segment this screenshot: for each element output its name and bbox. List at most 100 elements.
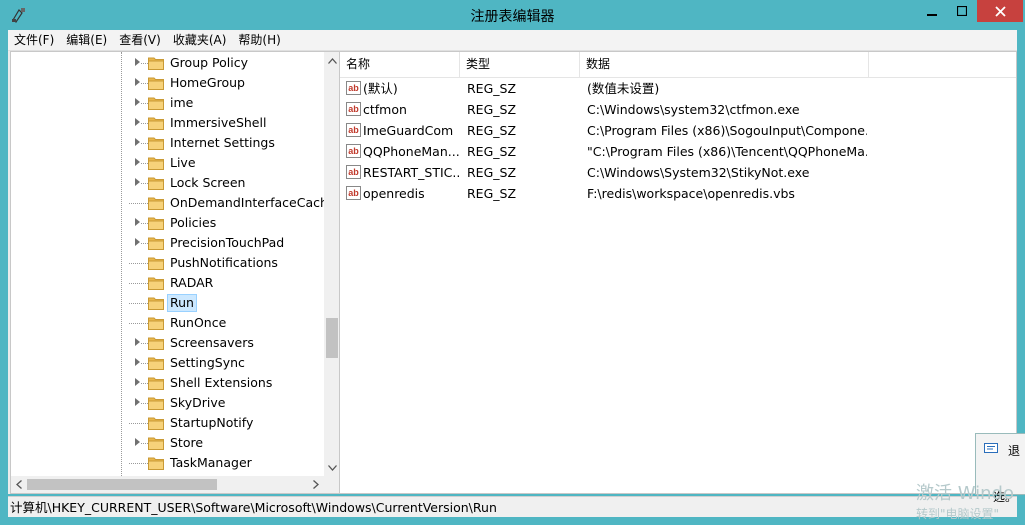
expand-arrow-icon[interactable] — [135, 98, 140, 106]
expand-arrow-icon[interactable] — [135, 118, 140, 126]
tree-item-label: ime — [170, 95, 194, 110]
values-list[interactable]: 名称 类型 数据 ab (默认) REG_SZ (数值未设置) ab ctfmon REG_… — [339, 51, 1017, 494]
minimize-icon — [927, 14, 937, 16]
folder-icon — [148, 317, 164, 330]
close-button[interactable] — [977, 0, 1023, 22]
tree-item[interactable]: ImmersiveShell — [11, 113, 323, 133]
title-bar[interactable]: 注册表编辑器 — [0, 0, 1025, 30]
svg-text:ab: ab — [348, 167, 359, 177]
tree-item-label: Shell Extensions — [170, 375, 273, 390]
tree-item[interactable]: SettingSync — [11, 353, 323, 373]
table-row[interactable]: ab ImeGuardCom REG_SZ C:\Program Files (x86… — [340, 120, 1016, 141]
close-icon — [994, 5, 1006, 17]
column-header-name[interactable]: 名称 — [340, 52, 460, 77]
folder-icon — [148, 97, 164, 110]
tree-item-label: RunOnce — [170, 315, 227, 330]
tree-item-label: Store — [170, 435, 204, 450]
registry-tree[interactable]: Group Policy HomeGroup ime ImmersiveShell In… — [10, 51, 340, 494]
minimize-button[interactable] — [917, 0, 947, 22]
folder-icon — [148, 277, 164, 290]
table-row[interactable]: ab (默认) REG_SZ (数值未设置) — [340, 78, 1016, 99]
window-title: 注册表编辑器 — [470, 9, 555, 25]
scroll-thumb[interactable] — [326, 318, 338, 358]
tree-branch-line — [141, 223, 148, 224]
expand-arrow-icon[interactable] — [135, 438, 140, 446]
tree-item[interactable]: StartupNotify — [11, 413, 323, 433]
value-name: RESTART_STIC... — [363, 165, 459, 180]
tree-item[interactable]: Screensavers — [11, 333, 323, 353]
value-data: C:\Program Files (x86)\SogouInput\Compon… — [587, 123, 867, 138]
scroll-left-arrow[interactable] — [11, 476, 27, 493]
tree-item[interactable]: TaskManager — [11, 453, 323, 473]
tree-item[interactable]: RADAR — [11, 273, 323, 293]
tree-item-label: Group Policy — [170, 55, 248, 70]
expand-arrow-icon[interactable] — [135, 338, 140, 346]
value-type: REG_SZ — [467, 123, 517, 138]
tree-item[interactable]: PrecisionTouchPad — [11, 233, 323, 253]
tree-item[interactable]: Group Policy — [11, 53, 323, 73]
expand-arrow-icon[interactable] — [135, 378, 140, 386]
scroll-right-arrow[interactable] — [308, 476, 324, 493]
activation-watermark-hint: 转到"电脑设置" — [916, 507, 1000, 521]
expand-arrow-icon[interactable] — [135, 178, 140, 186]
tree-branch-line — [129, 463, 148, 464]
expand-arrow-icon[interactable] — [135, 398, 140, 406]
tree-item[interactable]: Lock Screen — [11, 173, 323, 193]
tree-item[interactable]: Internet Settings — [11, 133, 323, 153]
hscroll-thumb[interactable] — [27, 479, 217, 490]
folder-icon — [148, 457, 164, 470]
tree-item[interactable]: OnDemandInterfaceCache — [11, 193, 336, 213]
expand-arrow-icon[interactable] — [135, 218, 140, 226]
scroll-up-arrow[interactable] — [324, 52, 339, 69]
menu-help[interactable]: 帮助(H) — [232, 30, 286, 50]
column-header-type[interactable]: 类型 — [460, 52, 580, 77]
value-name: QQPhoneMan... — [363, 144, 459, 159]
tree-item[interactable]: Run — [11, 293, 323, 313]
menu-favorites[interactable]: 收藏夹(A) — [167, 30, 233, 50]
expand-arrow-icon[interactable] — [135, 58, 140, 66]
tree-item[interactable]: RunOnce — [11, 313, 323, 333]
scroll-down-arrow[interactable] — [324, 459, 339, 476]
tree-item[interactable]: HomeGroup — [11, 73, 323, 93]
tree-horizontal-scrollbar[interactable] — [11, 476, 324, 493]
table-row[interactable]: ab RESTART_STIC... REG_SZ C:\Windows\System… — [340, 162, 1016, 183]
tree-branch-line — [141, 163, 148, 164]
regedit-window: 注册表编辑器 文件(F) 编辑(E) 查看(V) 收藏夹(A) 帮助(H) Gr… — [0, 0, 1025, 525]
string-value-icon: ab — [346, 144, 361, 158]
tree-item[interactable]: Policies — [11, 213, 323, 233]
tree-vertical-scrollbar[interactable] — [324, 52, 339, 476]
expand-arrow-icon[interactable] — [135, 158, 140, 166]
tree-branch-line — [141, 383, 148, 384]
menu-bar: 文件(F) 编辑(E) 查看(V) 收藏夹(A) 帮助(H) — [8, 30, 1017, 51]
value-data: (数值未设置) — [587, 81, 660, 96]
table-row[interactable]: ab openredis REG_SZ F:\redis\workspace\open… — [340, 183, 1016, 204]
table-row[interactable]: ab ctfmon REG_SZ C:\Windows\system32\ctfmon… — [340, 99, 1016, 120]
tree-item[interactable]: ime — [11, 93, 323, 113]
menu-view[interactable]: 查看(V) — [113, 30, 167, 50]
folder-icon — [148, 197, 164, 210]
folder-icon — [148, 357, 164, 370]
tree-item[interactable]: Shell Extensions — [11, 373, 323, 393]
tree-item-label: TaskManager — [170, 455, 252, 470]
tree-item-label: PrecisionTouchPad — [170, 235, 285, 250]
maximize-button[interactable] — [947, 0, 977, 22]
table-row[interactable]: ab QQPhoneMan... REG_SZ "C:\Program Files (… — [340, 141, 1016, 162]
column-header-data[interactable]: 数据 — [580, 52, 869, 77]
string-value-icon: ab — [346, 123, 361, 137]
tree-item-label: RADAR — [170, 275, 214, 290]
tree-item-label: Lock Screen — [170, 175, 246, 190]
svg-text:ab: ab — [348, 125, 359, 135]
value-type: REG_SZ — [467, 102, 517, 117]
expand-arrow-icon[interactable] — [135, 238, 140, 246]
expand-arrow-icon[interactable] — [135, 138, 140, 146]
tree-branch-line — [141, 123, 148, 124]
tree-item[interactable]: Live — [11, 153, 323, 173]
tree-item[interactable]: PushNotifications — [11, 253, 323, 273]
tree-item[interactable]: Store — [11, 433, 323, 453]
expand-arrow-icon[interactable] — [135, 358, 140, 366]
menu-file[interactable]: 文件(F) — [8, 30, 60, 50]
status-bar: 计算机\HKEY_CURRENT_USER\Software\Microsoft… — [8, 496, 1017, 517]
expand-arrow-icon[interactable] — [135, 78, 140, 86]
menu-edit[interactable]: 编辑(E) — [60, 30, 113, 50]
tree-item[interactable]: SkyDrive — [11, 393, 323, 413]
